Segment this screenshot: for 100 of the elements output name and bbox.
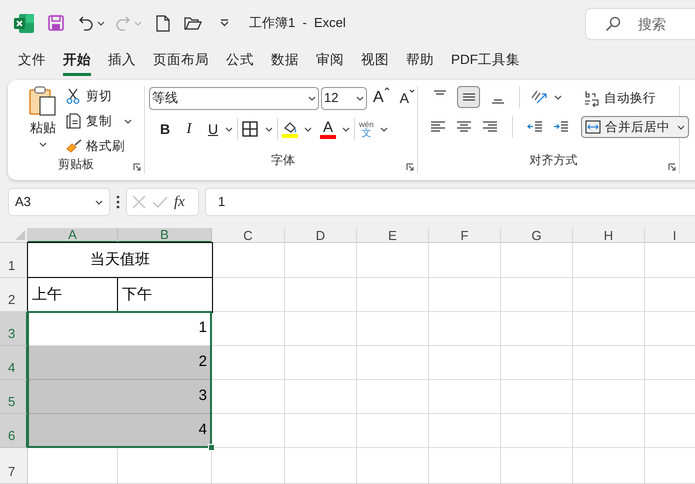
caret-icon[interactable]: [380, 126, 388, 132]
caret-icon[interactable]: [356, 96, 364, 100]
phonetic-guide-button[interactable]: wén 文: [359, 120, 374, 138]
merge-center-button[interactable]: 合并后居中: [581, 116, 689, 138]
empty-cell[interactable]: [429, 346, 501, 380]
customize-caret-icon[interactable]: [220, 19, 229, 27]
row-header[interactable]: 5: [0, 380, 28, 414]
more-options-icon[interactable]: [116, 195, 120, 209]
empty-cell[interactable]: [573, 312, 645, 346]
row-header[interactable]: 3: [0, 312, 28, 346]
column-header[interactable]: I: [645, 228, 695, 243]
search-field[interactable]: 搜索: [585, 8, 695, 40]
insert-function-button[interactable]: fx: [174, 190, 185, 214]
ribbon-tab[interactable]: 文件: [18, 50, 46, 76]
empty-cell[interactable]: [501, 278, 573, 312]
align-left-icon[interactable]: [430, 120, 446, 134]
empty-cell[interactable]: [429, 448, 501, 484]
wrap-text-button[interactable]: 自动换行: [581, 86, 689, 110]
column-header[interactable]: E: [357, 228, 429, 243]
column-header[interactable]: H: [573, 228, 645, 243]
empty-cell[interactable]: [573, 278, 645, 312]
align-right-icon[interactable]: [482, 120, 498, 134]
open-folder-icon[interactable]: [184, 16, 202, 30]
empty-cell[interactable]: [429, 278, 501, 312]
ribbon-tab[interactable]: 帮助: [406, 50, 434, 76]
caret-icon[interactable]: [265, 126, 273, 132]
ribbon-tab[interactable]: 公式: [226, 50, 254, 76]
ribbon-tab[interactable]: PDF工具集: [451, 50, 520, 76]
ribbon-tab[interactable]: 页面布局: [153, 50, 209, 76]
save-icon[interactable]: [48, 15, 64, 31]
format-painter-button[interactable]: 格式刷: [66, 136, 132, 156]
column-header[interactable]: A: [28, 228, 118, 243]
paste-button[interactable]: 粘贴: [26, 86, 60, 156]
caret-icon[interactable]: [225, 126, 233, 132]
empty-cell[interactable]: [357, 380, 429, 414]
empty-cell[interactable]: [573, 346, 645, 380]
sheet-cell[interactable]: 4: [28, 414, 212, 448]
caret-icon[interactable]: [304, 126, 312, 132]
font-name-field[interactable]: 等线: [149, 86, 319, 110]
empty-cell[interactable]: [501, 312, 573, 346]
underline-button[interactable]: U: [201, 118, 225, 140]
decrease-font-size-button[interactable]: A: [400, 88, 416, 108]
ribbon-tab[interactable]: 审阅: [316, 50, 344, 76]
column-header[interactable]: B: [118, 228, 212, 243]
increase-indent-icon[interactable]: [553, 120, 569, 134]
sheet-cell[interactable]: 3: [28, 380, 212, 414]
increase-font-size-button[interactable]: A: [373, 86, 390, 110]
check-icon[interactable]: [152, 196, 168, 208]
caret-icon[interactable]: [677, 124, 685, 130]
empty-cell[interactable]: [573, 414, 645, 448]
copy-button[interactable]: 复制: [66, 112, 132, 130]
empty-cell[interactable]: [285, 312, 357, 346]
ribbon-tab[interactable]: 插入: [108, 50, 136, 76]
fill-color-icon[interactable]: [282, 120, 298, 138]
empty-cell[interactable]: [285, 414, 357, 448]
italic-button[interactable]: I: [177, 118, 201, 140]
caret-icon[interactable]: [308, 96, 316, 100]
empty-cell[interactable]: [501, 243, 573, 278]
empty-cell[interactable]: [285, 278, 357, 312]
empty-cell[interactable]: [285, 243, 357, 278]
row-header[interactable]: 6: [0, 414, 28, 448]
empty-cell[interactable]: [429, 380, 501, 414]
empty-cell[interactable]: [285, 448, 357, 484]
caret-icon[interactable]: [342, 126, 350, 132]
formula-input[interactable]: 1: [205, 188, 695, 216]
caret-icon[interactable]: [39, 142, 47, 146]
caret-icon[interactable]: [97, 20, 105, 26]
align-center-icon[interactable]: [456, 120, 472, 134]
empty-cell[interactable]: [573, 380, 645, 414]
fill-handle[interactable]: [208, 444, 215, 451]
empty-cell[interactable]: [501, 414, 573, 448]
empty-cell[interactable]: [429, 243, 501, 278]
column-header[interactable]: C: [212, 228, 285, 243]
empty-cell[interactable]: [429, 414, 501, 448]
ribbon-tab[interactable]: 视图: [361, 50, 389, 76]
undo-icon[interactable]: [78, 15, 94, 31]
column-header[interactable]: G: [501, 228, 573, 243]
row-header[interactable]: 4: [0, 346, 28, 380]
empty-cell[interactable]: [357, 346, 429, 380]
empty-cell[interactable]: [285, 380, 357, 414]
empty-cell[interactable]: [573, 448, 645, 484]
bold-button[interactable]: B: [153, 118, 177, 140]
empty-cell[interactable]: [285, 346, 357, 380]
empty-cell[interactable]: [429, 312, 501, 346]
select-all-icon[interactable]: [15, 230, 25, 240]
decrease-indent-icon[interactable]: [527, 120, 543, 134]
font-color-button[interactable]: A: [320, 120, 336, 139]
new-file-icon[interactable]: [156, 14, 170, 32]
caret-icon[interactable]: [124, 118, 132, 124]
text-orientation-icon[interactable]: [530, 89, 548, 105]
row-header[interactable]: 7: [0, 448, 28, 484]
empty-cell[interactable]: [357, 312, 429, 346]
empty-cell[interactable]: [357, 414, 429, 448]
empty-cell[interactable]: [501, 346, 573, 380]
dialog-launcher-icon[interactable]: [668, 163, 676, 171]
dialog-launcher-icon[interactable]: [133, 163, 141, 171]
column-header[interactable]: F: [429, 228, 501, 243]
font-size-field[interactable]: 12: [321, 86, 367, 110]
empty-cell[interactable]: [501, 448, 573, 484]
cancel-icon[interactable]: [132, 195, 146, 209]
